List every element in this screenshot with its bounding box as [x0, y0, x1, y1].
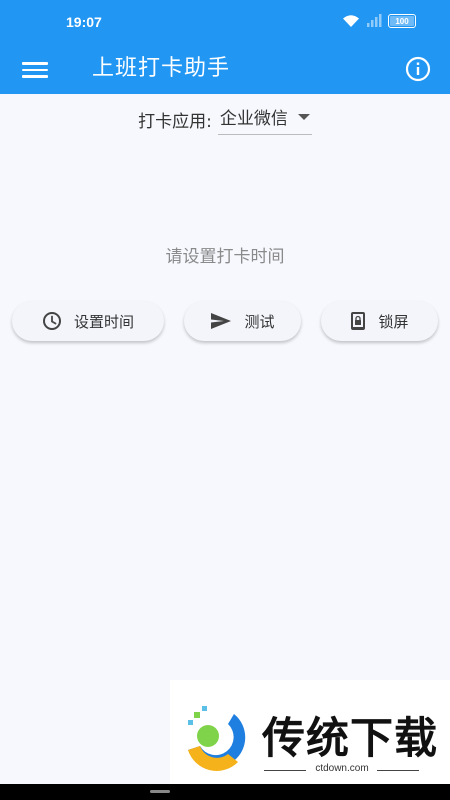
navigation-bar — [0, 784, 450, 800]
set-time-button[interactable]: 设置时间 — [12, 301, 164, 341]
set-time-label: 设置时间 — [73, 312, 134, 331]
status-time: 19:07 — [66, 14, 102, 30]
battery-icon: 100 — [388, 14, 416, 28]
lock-screen-label: 锁屏 — [378, 312, 409, 331]
app-select-label: 打卡应用: — [138, 112, 212, 132]
dropdown-arrow-icon — [297, 113, 310, 120]
wifi-icon — [342, 14, 360, 28]
menu-icon[interactable] — [22, 58, 48, 82]
status-bar: 19:07 100 — [0, 0, 450, 46]
nav-handle[interactable] — [150, 790, 170, 793]
app-select-dropdown[interactable]: 企业微信 — [217, 104, 312, 135]
test-button[interactable]: 测试 — [184, 301, 301, 341]
watermark-rule-left — [264, 770, 306, 771]
watermark-overlay: 传统下载 ctdown.com — [170, 680, 450, 800]
battery-level: 100 — [395, 16, 409, 26]
lock-screen-icon — [351, 312, 366, 330]
app-bar: 上班打卡助手 — [0, 46, 450, 94]
app-title: 上班打卡助手 — [92, 56, 231, 81]
lock-screen-button[interactable]: 锁屏 — [321, 301, 438, 341]
empty-message: 请设置打卡时间 — [165, 247, 285, 267]
action-buttons: 设置时间 测试 锁屏 — [0, 301, 450, 341]
watermark-name: 传统下载 — [262, 714, 438, 764]
watermark-rule-right — [377, 770, 419, 771]
watermark-url: ctdown.com — [315, 763, 369, 774]
watermark-logo-icon — [188, 706, 246, 771]
test-label: 测试 — [244, 312, 275, 331]
app-select-row: 打卡应用: 企业微信 — [0, 104, 450, 135]
info-icon[interactable] — [404, 55, 432, 83]
app-select-value: 企业微信 — [219, 109, 288, 129]
send-icon — [211, 313, 232, 329]
clock-icon — [42, 312, 61, 330]
signal-icon — [366, 14, 382, 28]
status-icons: 100 — [342, 14, 416, 28]
